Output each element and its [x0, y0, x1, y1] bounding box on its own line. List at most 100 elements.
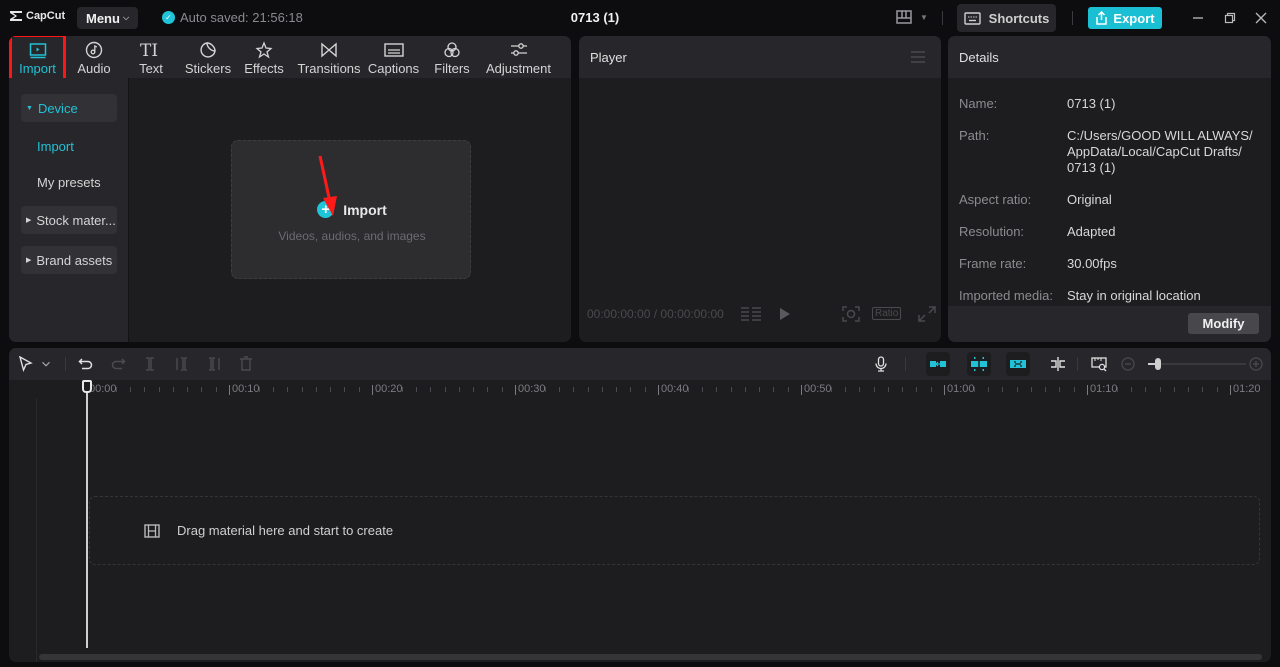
tab-captions[interactable]: Captions [365, 36, 422, 78]
ruler-minor-tick [144, 387, 146, 392]
delete-button[interactable] [237, 355, 255, 373]
ruler-minor-tick [315, 387, 317, 392]
tab-adjustment[interactable]: Adjustment [481, 36, 556, 78]
playhead-handle[interactable] [82, 380, 92, 393]
sidebar-item-brand-assets[interactable]: ▶ Brand assets [21, 246, 117, 274]
ratio-button[interactable]: Ratio [872, 307, 902, 320]
ruler-label: 00:30 [518, 383, 546, 395]
zoom-out-button[interactable] [1119, 355, 1137, 373]
zoom-in-button[interactable] [1247, 355, 1265, 373]
track-header-gutter [9, 398, 37, 662]
delete-left-button[interactable] [173, 355, 191, 373]
ruler-minor-tick [916, 387, 918, 392]
tab-effects[interactable]: Effects [236, 36, 292, 78]
red-arrow-annotation [318, 155, 337, 216]
ruler-minor-tick [415, 387, 417, 392]
ruler-minor-tick [744, 387, 746, 392]
tab-transitions[interactable]: Transitions [293, 36, 365, 78]
import-button[interactable]: + Import [232, 201, 472, 218]
delete-right-button[interactable] [205, 355, 223, 373]
restore-button[interactable] [1222, 10, 1238, 26]
sparkle-star-icon [255, 41, 273, 59]
layout-icon [896, 10, 912, 24]
preview-axis-button[interactable] [1049, 355, 1067, 373]
tab-filters[interactable]: Filters [423, 36, 481, 78]
select-tool-dropdown[interactable] [39, 355, 53, 373]
sidebar-item-my-presets[interactable]: My presets [37, 175, 101, 190]
tab-stickers[interactable]: Stickers [181, 36, 235, 78]
zoom-out-icon [1121, 357, 1135, 371]
detail-value: Adapted [1067, 224, 1116, 239]
select-tool-button[interactable] [17, 355, 35, 373]
ruler-search-icon [1091, 357, 1107, 372]
auto-snap-toggle[interactable] [967, 352, 991, 376]
dropzone-hint: Drag material here and start to create [144, 523, 393, 538]
ruler-major-tick [1230, 385, 1231, 395]
linkage-toggle[interactable] [1006, 352, 1030, 376]
ruler-minor-tick [887, 387, 889, 392]
caret-right-icon: ▶ [26, 257, 32, 264]
sidebar-item-label: Stock mater... [36, 212, 116, 228]
ruler-minor-tick [873, 387, 875, 392]
player-header: Player [579, 36, 941, 78]
zoom-slider-handle[interactable] [1154, 358, 1161, 370]
playhead-line[interactable] [86, 392, 88, 648]
ruler-minor-tick [1130, 387, 1132, 392]
ruler-label: 00:10 [232, 383, 260, 395]
sidebar-item-device[interactable]: ▼ Device [21, 94, 117, 122]
ruler-minor-tick [844, 387, 846, 392]
timeline-panel: 00:00 00:10 00:20 00:30 00:40 00:50 01:00 01:10… [9, 348, 1271, 662]
ruler-minor-tick [1216, 387, 1218, 392]
caret-right-icon: ▶ [26, 217, 32, 224]
shortcuts-button[interactable]: Shortcuts [957, 4, 1056, 32]
timeline-horizontal-scrollbar[interactable] [39, 654, 1262, 660]
detail-value: 30.00fps [1067, 256, 1117, 271]
undo-button[interactable] [77, 355, 95, 373]
export-button[interactable]: Export [1088, 7, 1162, 29]
zoom-to-fit-button[interactable] [1090, 355, 1108, 373]
import-title: Import [343, 201, 387, 218]
ruler-major-tick [944, 385, 945, 395]
divider [1077, 357, 1078, 371]
record-voiceover-button[interactable] [872, 355, 890, 373]
redo-button[interactable] [109, 355, 127, 373]
tab-label: Audio [77, 61, 111, 76]
cursor-arrow-icon [19, 356, 33, 372]
player-panel: Player 00:00:00:00 / 00:00:00:00 Ratio [579, 36, 941, 342]
magnet-track-icon [930, 361, 946, 367]
zoom-fit-icon[interactable] [842, 306, 860, 322]
timeline-ruler[interactable]: 00:00 00:10 00:20 00:30 00:40 00:50 01:00 01:10… [9, 380, 1271, 398]
ruler-major-tick [515, 385, 516, 395]
timeline-dropzone[interactable]: Drag material here and start to create [89, 496, 1260, 565]
sidebar-item-stock-material[interactable]: ▶ Stock mater... [21, 206, 117, 234]
ruler-minor-tick [1045, 387, 1047, 392]
tab-audio[interactable]: Audio [67, 36, 121, 78]
ruler-minor-tick [272, 387, 274, 392]
import-dropzone[interactable]: + Import Videos, audios, and images [231, 140, 471, 279]
minimize-button[interactable] [1190, 10, 1206, 26]
tab-label: Captions [367, 61, 420, 76]
fullscreen-icon[interactable] [918, 306, 936, 322]
modify-button[interactable]: Modify [1188, 313, 1259, 334]
tab-text[interactable]: TI Text [122, 36, 180, 78]
timeline-zoom-slider[interactable] [1148, 358, 1246, 370]
divider [905, 357, 906, 371]
timecode: 00:00:00:00 / 00:00:00:00 [587, 307, 724, 321]
ruler-minor-tick [487, 387, 489, 392]
details-panel: Details Name: 0713 (1) Path: C:/Users/GO… [948, 36, 1271, 342]
ruler-label: 00:40 [661, 383, 689, 395]
hamburger-menu-icon[interactable] [911, 51, 925, 63]
main-track-magnet-toggle[interactable] [926, 352, 950, 376]
sidebar-item-import[interactable]: Import [37, 139, 74, 154]
zoom-in-icon [1249, 357, 1263, 371]
ruler-minor-tick [1030, 387, 1032, 392]
trim-right-icon [209, 357, 220, 371]
ruler-minor-tick [930, 387, 932, 392]
split-button[interactable] [141, 355, 159, 373]
play-icon[interactable] [776, 306, 794, 322]
close-button[interactable] [1253, 10, 1269, 26]
layout-button[interactable]: ▼ [896, 10, 928, 24]
ruler-minor-tick [987, 387, 989, 392]
grid-view-icon[interactable] [740, 306, 762, 322]
captions-icon [383, 43, 404, 57]
